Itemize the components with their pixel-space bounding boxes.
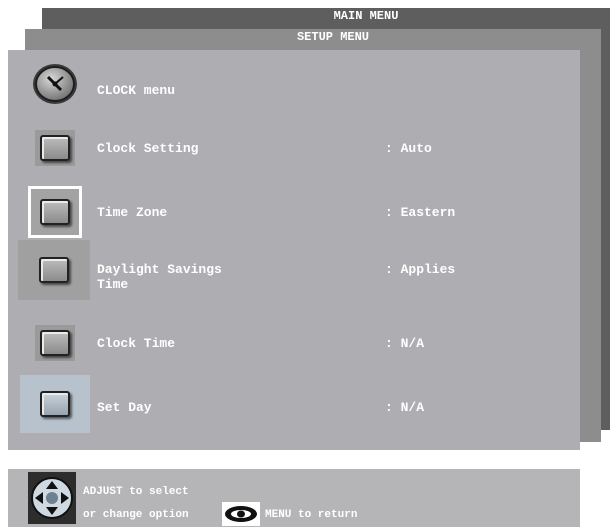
menu-row-daylight-savings[interactable]: Daylight Savings Time : Applies	[8, 240, 580, 302]
menu-row-time-zone[interactable]: Time Zone : Eastern	[8, 183, 580, 245]
square-button-icon	[20, 314, 90, 372]
set-day-value: : N/A	[385, 400, 425, 415]
eye-menu-icon	[222, 502, 260, 526]
selection-highlight	[28, 186, 82, 238]
main-menu-title: MAIN MENU	[333, 9, 399, 23]
menu-row-clock-setting[interactable]: Clock Setting : Auto	[8, 119, 580, 181]
time-zone-value: : Eastern	[385, 205, 456, 220]
square-button-icon	[20, 119, 90, 177]
help-footer: ADJUST to select or change option MENU t…	[8, 469, 580, 527]
clock-icon	[20, 55, 90, 113]
square-button-icon	[18, 240, 90, 300]
clock-setting-value: : Auto	[385, 141, 432, 156]
time-zone-label: Time Zone	[97, 205, 168, 220]
set-day-label: Set Day	[97, 400, 152, 415]
square-button-icon	[20, 183, 90, 241]
setup-menu-title: SETUP MENU	[296, 30, 369, 44]
clock-menu-panel: CLOCK menu Clock Setting : Auto Time Zon…	[8, 50, 580, 450]
square-button-icon	[20, 375, 90, 433]
help-adjust-text: ADJUST to select	[83, 486, 189, 498]
clock-setting-label: Clock Setting	[97, 141, 199, 156]
dpad-icon	[28, 472, 76, 524]
clock-time-value: : N/A	[385, 336, 425, 351]
daylight-savings-label-line2: Time	[97, 277, 129, 292]
menu-row-clock-time[interactable]: Clock Time : N/A	[8, 314, 580, 376]
help-menu-return-text: MENU to return	[265, 509, 358, 521]
clock-time-label: Clock Time	[97, 336, 176, 351]
daylight-savings-label-line1: Daylight Savings	[97, 262, 222, 277]
daylight-savings-label: Daylight Savings Time	[97, 262, 222, 292]
help-change-text: or change option	[83, 509, 189, 521]
daylight-savings-value: : Applies	[385, 262, 456, 277]
clock-menu-header: CLOCK menu	[8, 55, 580, 117]
menu-row-set-day[interactable]: Set Day : N/A	[8, 375, 580, 437]
clock-menu-label: CLOCK menu	[97, 83, 176, 98]
